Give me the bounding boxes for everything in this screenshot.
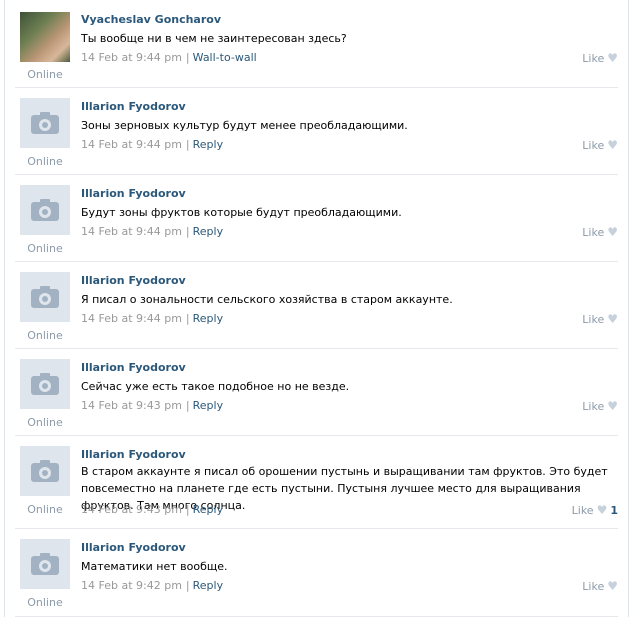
like-label: Like bbox=[582, 399, 605, 413]
camera-icon bbox=[31, 286, 59, 308]
like-count: 1 bbox=[610, 503, 618, 517]
heart-icon: ♥ bbox=[607, 312, 618, 326]
camera-icon bbox=[31, 112, 59, 134]
reply-link[interactable]: Reply bbox=[193, 503, 223, 516]
like-button[interactable]: Like ♥ bbox=[582, 312, 618, 326]
online-status: Online bbox=[27, 416, 63, 429]
post-meta: 14 Feb at 9:43 pm | Reply bbox=[81, 503, 224, 516]
post-timestamp[interactable]: 14 Feb at 9:44 pm bbox=[81, 312, 182, 325]
wall-post: Online Illarion Fyodorov Сейчас уже есть… bbox=[15, 349, 618, 436]
post-meta: 14 Feb at 9:43 pm | Reply bbox=[81, 399, 224, 412]
post-meta: 14 Feb at 9:44 pm | Reply bbox=[81, 225, 224, 238]
avatar[interactable] bbox=[20, 539, 70, 589]
heart-icon: ♥ bbox=[596, 503, 608, 517]
like-label: Like bbox=[582, 51, 605, 65]
author-name[interactable]: Illarion Fyodorov bbox=[81, 274, 186, 287]
reply-link[interactable]: Reply bbox=[193, 138, 223, 151]
author-name[interactable]: Illarion Fyodorov bbox=[81, 100, 186, 113]
camera-icon bbox=[31, 553, 59, 575]
heart-icon: ♥ bbox=[607, 399, 618, 413]
online-status: Online bbox=[27, 503, 63, 516]
avatar[interactable] bbox=[20, 12, 70, 62]
like-button[interactable]: Like ♥ bbox=[582, 138, 618, 152]
online-status: Online bbox=[27, 242, 63, 255]
author-name[interactable]: Illarion Fyodorov bbox=[81, 541, 186, 554]
like-label: Like bbox=[582, 312, 605, 326]
camera-icon bbox=[31, 373, 59, 395]
post-timestamp[interactable]: 14 Feb at 9:44 pm bbox=[81, 138, 182, 151]
reply-link[interactable]: Reply bbox=[193, 399, 223, 412]
post-text: Математики нет вообще. bbox=[81, 560, 228, 573]
camera-icon bbox=[31, 460, 59, 482]
avatar[interactable] bbox=[20, 359, 70, 409]
post-timestamp[interactable]: 14 Feb at 9:43 pm bbox=[81, 503, 182, 516]
author-name[interactable]: Illarion Fyodorov bbox=[81, 187, 186, 200]
wall-post: Online Vyacheslav Goncharov Ты вообще ни… bbox=[15, 0, 618, 88]
post-text: Будут зоны фруктов которые будут преобла… bbox=[81, 206, 402, 219]
author-name[interactable]: Illarion Fyodorov bbox=[81, 361, 186, 374]
avatar[interactable] bbox=[20, 272, 70, 322]
heart-icon: ♥ bbox=[607, 138, 618, 152]
wall-post: Online Illarion Fyodorov Будут зоны фрук… bbox=[15, 175, 618, 262]
online-status: Online bbox=[27, 329, 63, 342]
camera-icon bbox=[31, 199, 59, 221]
wall-feed: Online Vyacheslav Goncharov Ты вообще ни… bbox=[4, 0, 629, 617]
post-text: Сейчас уже есть такое подобное но не вез… bbox=[81, 380, 350, 393]
reply-link[interactable]: Reply bbox=[193, 312, 223, 325]
like-button[interactable]: Like ♥ bbox=[582, 579, 618, 593]
post-meta: 14 Feb at 9:44 pm | Reply bbox=[81, 138, 224, 151]
post-timestamp[interactable]: 14 Feb at 9:44 pm bbox=[81, 225, 182, 238]
reply-link[interactable]: Reply bbox=[193, 225, 223, 238]
like-label: Like bbox=[582, 138, 605, 152]
wall-post: Online Illarion Fyodorov Зоны зерновых к… bbox=[15, 88, 618, 175]
wall-to-wall-link[interactable]: Wall-to-wall bbox=[193, 51, 257, 64]
like-button[interactable]: Like ♥ 1 bbox=[572, 503, 618, 517]
post-meta: 14 Feb at 9:44 pm | Wall-to-wall bbox=[81, 51, 257, 64]
post-timestamp[interactable]: 14 Feb at 9:44 pm bbox=[81, 51, 182, 64]
author-name[interactable]: Illarion Fyodorov bbox=[81, 448, 186, 461]
like-label: Like bbox=[582, 225, 605, 239]
avatar[interactable] bbox=[20, 446, 70, 496]
post-text: Ты вообще ни в чем не заинтересован здес… bbox=[81, 32, 347, 45]
post-timestamp[interactable]: 14 Feb at 9:43 pm bbox=[81, 399, 182, 412]
post-meta: 14 Feb at 9:44 pm | Reply bbox=[81, 312, 224, 325]
online-status: Online bbox=[27, 155, 63, 168]
post-timestamp[interactable]: 14 Feb at 9:42 pm bbox=[81, 579, 182, 592]
author-name[interactable]: Vyacheslav Goncharov bbox=[81, 13, 221, 26]
like-label: Like bbox=[582, 579, 605, 593]
post-text: Я писал о зональности сельского хозяйств… bbox=[81, 293, 453, 306]
like-button[interactable]: Like ♥ bbox=[582, 225, 618, 239]
post-text: Зоны зерновых культур будут менее преобл… bbox=[81, 119, 408, 132]
avatar[interactable] bbox=[20, 98, 70, 148]
reply-link[interactable]: Reply bbox=[193, 579, 223, 592]
online-status: Online bbox=[27, 68, 63, 81]
online-status: Online bbox=[27, 596, 63, 609]
like-button[interactable]: Like ♥ bbox=[582, 51, 618, 65]
heart-icon: ♥ bbox=[607, 51, 618, 65]
heart-icon: ♥ bbox=[607, 225, 618, 239]
wall-post: Online Illarion Fyodorov В старом аккаун… bbox=[15, 436, 618, 529]
avatar[interactable] bbox=[20, 185, 70, 235]
like-button[interactable]: Like ♥ bbox=[582, 399, 618, 413]
wall-post: Online Illarion Fyodorov Я писал о зонал… bbox=[15, 262, 618, 349]
post-meta: 14 Feb at 9:42 pm | Reply bbox=[81, 579, 224, 592]
wall-post: Online Illarion Fyodorov Математики нет … bbox=[15, 529, 618, 617]
heart-icon: ♥ bbox=[607, 579, 618, 593]
like-label: Like bbox=[571, 503, 594, 517]
